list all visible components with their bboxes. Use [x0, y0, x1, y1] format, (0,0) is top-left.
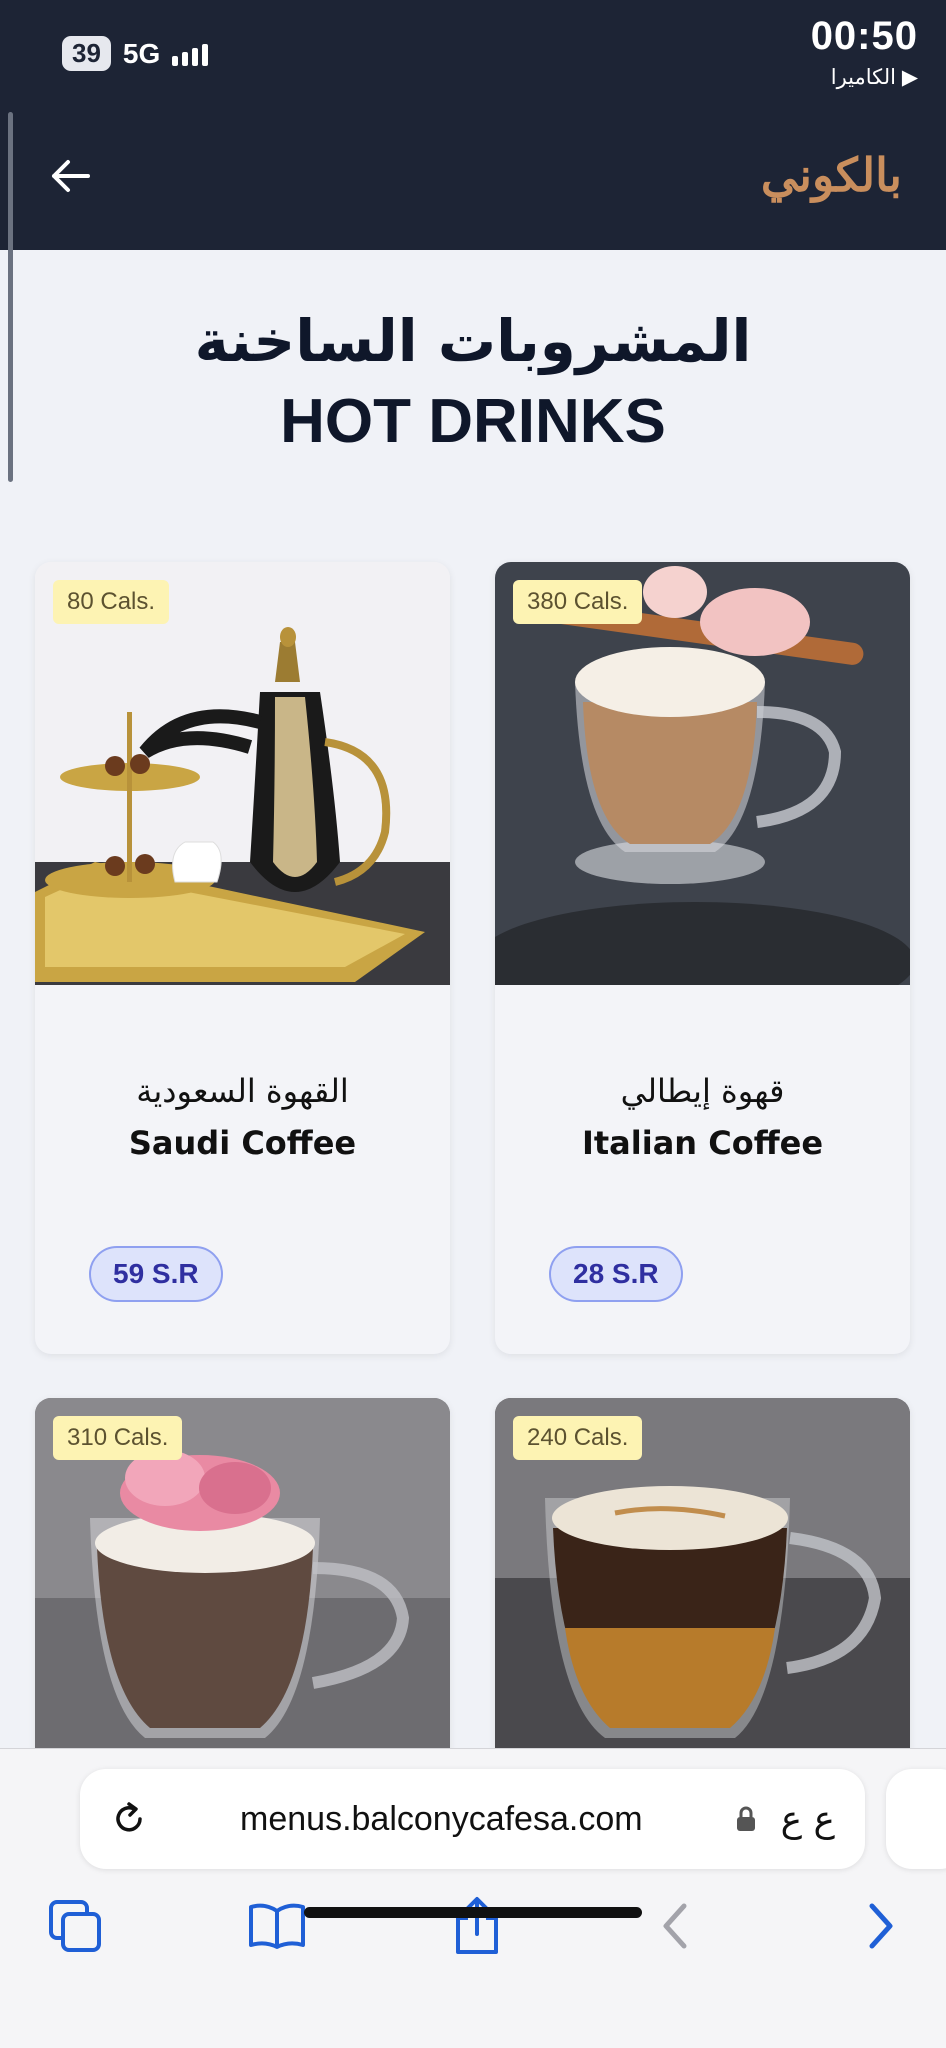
play-icon: ▶: [901, 66, 918, 89]
menu-item-card[interactable]: 240 Cals.: [495, 1398, 910, 1798]
status-bar-right: 00:50 الكاميرا ▶: [811, 14, 918, 90]
signal-icon: [172, 42, 209, 66]
item-name-english: Saudi Coffee: [128, 1124, 357, 1162]
page-title-arabic: المشروبات الساخنة: [194, 307, 752, 375]
item-name-arabic: القهوة السعودية: [136, 1072, 349, 1110]
back-app-label: الكاميرا: [830, 66, 896, 89]
back-nav-button[interactable]: [640, 1891, 710, 1961]
share-button[interactable]: [442, 1891, 512, 1961]
reload-icon[interactable]: [110, 1800, 148, 1838]
item-photo: 310 Cals.: [35, 1398, 450, 1798]
chevron-left-icon: [663, 1903, 687, 1949]
item-name-arabic: قهوة إيطالي: [620, 1072, 785, 1110]
item-photo: 380 Cals.: [495, 562, 910, 985]
page-title: المشروبات الساخنة HOT DRINKS: [0, 300, 946, 462]
menu-item-card[interactable]: 310 Cals.: [35, 1398, 450, 1798]
calorie-badge: 240 Cals.: [513, 1416, 643, 1460]
browser-nav-toolbar: [0, 1891, 946, 1961]
lock-icon: [736, 1806, 755, 1831]
forward-nav-button[interactable]: [846, 1891, 916, 1961]
calorie-badge: 310 Cals.: [53, 1416, 183, 1460]
book-icon: [249, 1903, 305, 1949]
item-photo: 80 Cals.: [35, 562, 450, 985]
bookmarks-button[interactable]: [242, 1891, 312, 1961]
status-bar-left: 39 5G: [62, 36, 209, 71]
calorie-badge: 380 Cals.: [513, 580, 643, 624]
chevron-right-icon: [869, 1903, 893, 1949]
item-photo: 240 Cals.: [495, 1398, 910, 1798]
network-label: 5G: [122, 37, 161, 69]
tabs-icon: [49, 1900, 101, 1952]
item-name-english: Italian Coffee: [581, 1124, 824, 1162]
share-icon: [456, 1897, 498, 1954]
back-to-app-link[interactable]: الكاميرا ▶: [811, 65, 918, 90]
calorie-badge: 80 Cals.: [53, 580, 170, 624]
app-header: 39 5G 00:50 الكاميرا ▶ بالكوني: [0, 0, 946, 250]
price-tag: 28 S.R: [549, 1246, 683, 1302]
menu-item-card[interactable]: 80 Cals. القهوة السعودية Saudi Coffee 59…: [35, 562, 450, 1354]
browser-toolbar: menus.balconycafesa.com ع ع: [0, 1748, 946, 2048]
text-size-button[interactable]: ع ع: [781, 1799, 835, 1840]
address-bar[interactable]: menus.balconycafesa.com ع ع: [80, 1769, 865, 1869]
arrow-left-icon: [52, 160, 90, 192]
battery-indicator: 39: [62, 36, 111, 71]
back-button[interactable]: [44, 150, 96, 202]
brand-logo[interactable]: بالكوني: [761, 148, 902, 202]
item-name: قهوة إيطالي Italian Coffee: [495, 1065, 910, 1169]
page-title-english: HOT DRINKS: [280, 387, 666, 456]
price-tag: 59 S.R: [89, 1246, 223, 1302]
menu-item-card[interactable]: 380 Cals. قهوة إيطالي Italian Coffee 28 …: [495, 562, 910, 1354]
clock: 00:50: [810, 14, 918, 58]
home-indicator[interactable]: [304, 1907, 642, 1918]
item-name: القهوة السعودية Saudi Coffee: [35, 1065, 450, 1169]
next-tab-preview[interactable]: [886, 1769, 946, 1869]
tabs-button[interactable]: [40, 1891, 110, 1961]
url-text[interactable]: menus.balconycafesa.com: [172, 1800, 711, 1839]
